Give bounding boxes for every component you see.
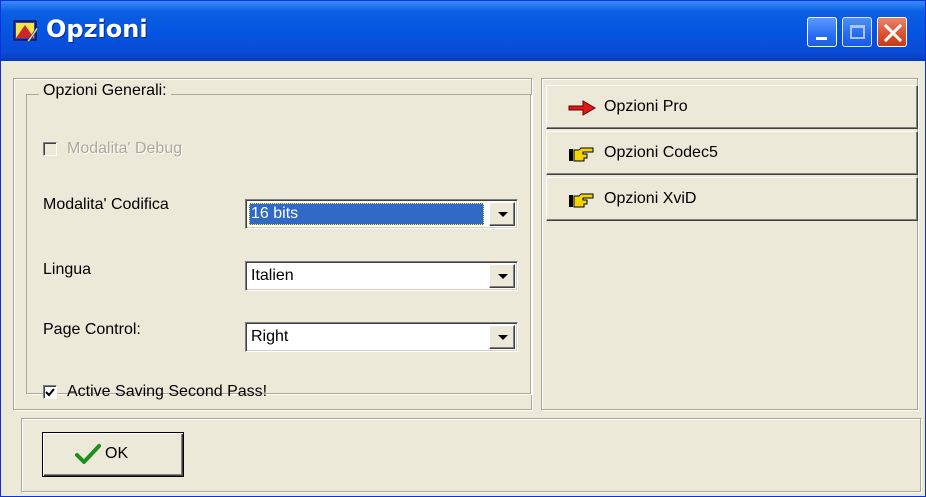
debug-mode-label: Modalita' Debug bbox=[67, 140, 183, 157]
ok-button[interactable]: OK bbox=[42, 432, 184, 477]
green-check-icon bbox=[75, 444, 101, 464]
maximize-icon bbox=[850, 25, 865, 39]
language-dropdown-button[interactable] bbox=[489, 264, 515, 288]
general-options-title: Opzioni Generali: bbox=[39, 82, 171, 100]
ok-label: OK bbox=[105, 445, 129, 462]
window-title: Opzioni bbox=[46, 15, 148, 43]
minimize-icon bbox=[816, 37, 827, 40]
general-options-panel: Opzioni Generali: Modalita' Debug Modali… bbox=[13, 78, 533, 411]
active-saving-label: Active Saving Second Pass! bbox=[67, 383, 268, 400]
advanced-options-panel: Opzioni Pro Opzioni Codec5 Opzioni XviD bbox=[541, 78, 919, 411]
xvid-options-label: Opzioni XviD bbox=[604, 190, 697, 207]
close-icon bbox=[883, 23, 903, 43]
page-control-select[interactable]: Right bbox=[245, 322, 518, 352]
pointing-hand-icon bbox=[569, 147, 594, 162]
page-control-label: Page Control: bbox=[43, 321, 141, 338]
title-bar[interactable]: Opzioni bbox=[1, 1, 925, 61]
codec5-options-label: Opzioni Codec5 bbox=[604, 144, 718, 161]
checkmark-icon bbox=[45, 388, 55, 397]
language-value: Italien bbox=[251, 267, 294, 284]
chevron-down-icon bbox=[498, 274, 508, 279]
language-select[interactable]: Italien bbox=[245, 261, 518, 291]
app-icon bbox=[13, 20, 39, 43]
pro-options-label: Opzioni Pro bbox=[604, 98, 688, 115]
close-button[interactable] bbox=[877, 17, 907, 47]
encoding-mode-select[interactable]: 16 bits bbox=[245, 199, 518, 229]
maximize-button[interactable] bbox=[842, 17, 872, 47]
pointing-hand-icon bbox=[569, 193, 594, 208]
encoding-mode-label: Modalita' Codifica bbox=[43, 196, 169, 213]
debug-mode-checkbox[interactable] bbox=[43, 142, 57, 156]
red-arrow-icon bbox=[568, 100, 596, 116]
encoding-mode-value: 16 bits bbox=[249, 203, 484, 225]
codec5-options-button[interactable]: Opzioni Codec5 bbox=[546, 131, 918, 175]
active-saving-checkbox[interactable] bbox=[43, 385, 57, 399]
xvid-options-button[interactable]: Opzioni XviD bbox=[546, 177, 918, 221]
footer-panel: OK bbox=[21, 418, 922, 493]
pro-options-button[interactable]: Opzioni Pro bbox=[546, 85, 918, 129]
chevron-down-icon bbox=[498, 212, 508, 217]
page-control-dropdown-button[interactable] bbox=[489, 325, 515, 349]
language-label: Lingua bbox=[43, 261, 92, 278]
window-client-area: Opzioni Generali: Modalita' Debug Modali… bbox=[4, 61, 922, 495]
page-control-value: Right bbox=[251, 328, 289, 345]
minimize-button[interactable] bbox=[807, 17, 837, 47]
options-window: Opzioni Opzioni Generali: Modalita' Debu… bbox=[0, 0, 926, 497]
encoding-dropdown-button[interactable] bbox=[489, 202, 515, 226]
chevron-down-icon bbox=[498, 335, 508, 340]
